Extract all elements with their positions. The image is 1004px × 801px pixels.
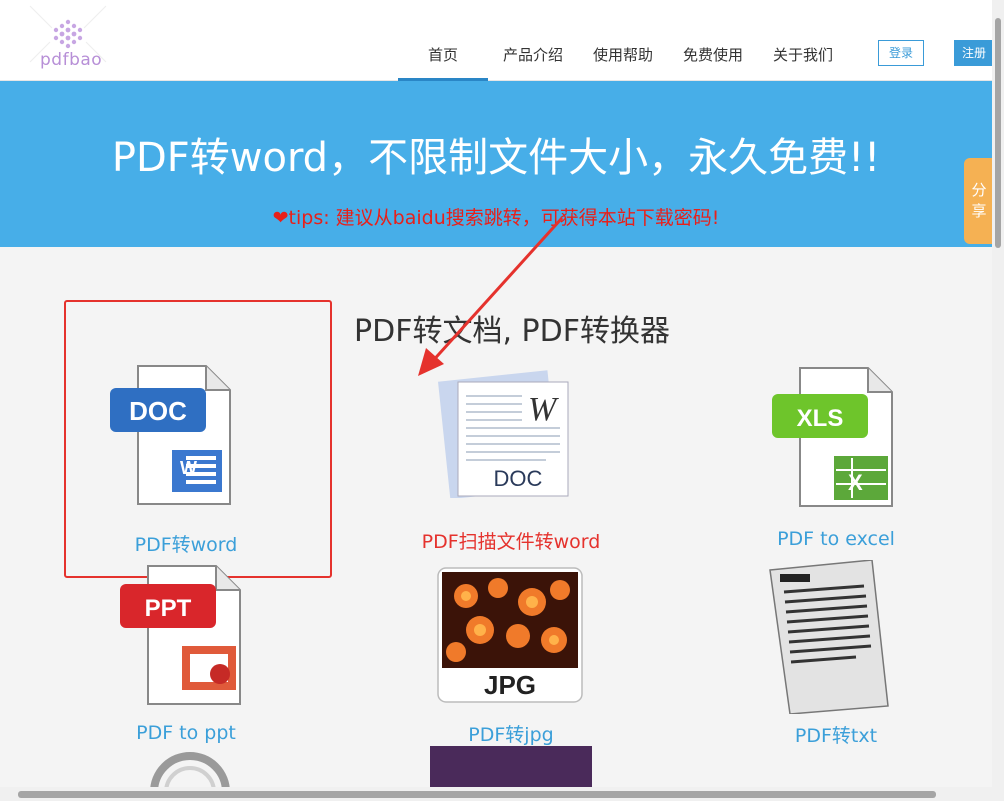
nav-help[interactable]: 使用帮助 [578,44,668,78]
horizontal-scroll-thumb[interactable] [18,791,936,798]
tile-label-pdf-to-jpg[interactable]: PDF转jpg [391,720,631,747]
tile-label-pdf-to-ppt[interactable]: PDF to ppt [66,722,306,744]
nav-free-use[interactable]: 免费使用 [668,44,758,78]
svg-text:W: W [180,458,197,478]
share-label-2: 享 [971,202,987,220]
tile-label-pdf-to-word[interactable]: PDF转word [66,530,306,557]
heart-icon: ❤ [272,207,289,229]
main-nav: 首页 产品介绍 使用帮助 免费使用 关于我们 [398,44,848,81]
ring-icon [150,752,230,792]
tile-label-pdf-scan-to-word[interactable]: PDF扫描文件转word [391,527,631,554]
logo-text: pdfbao [40,50,103,70]
tile-label-pdf-to-excel[interactable]: PDF to excel [716,528,956,550]
annotation-arrow-icon [418,216,564,376]
share-label-1: 分 [971,181,987,199]
ppt-badge-text: PPT [145,595,192,622]
pdf-thumbnail-icon [430,746,592,788]
hero-title: PDF转word，不限制文件大小，永久免费!! [111,135,881,181]
xls-icon: XLS X [772,367,893,507]
site-logo[interactable]: pdfbao [22,2,114,78]
xls-badge-text: XLS [797,405,844,432]
scan-doc-badge-text: DOC [494,466,543,491]
jpg-icon: JPG [437,567,583,703]
tile-pdf-to-word[interactable]: DOC W [106,362,242,516]
tile-pdf-to-jpg[interactable]: JPG [436,566,584,710]
tile-label-pdf-to-txt[interactable]: PDF转txt [716,721,956,748]
tile-pdf-scan-to-word[interactable]: W DOC [436,366,576,502]
jpg-badge-text: JPG [484,670,536,700]
ppt-icon: PPT [120,565,241,705]
doc-badge-text: DOC [129,396,187,426]
scan-doc-icon: W DOC [438,370,569,500]
doc-icon: DOC W [110,365,231,505]
tile-pdf-to-ppt[interactable]: PPT [116,562,252,716]
share-button[interactable]: 分 享 [964,158,994,244]
register-button[interactable]: 注册 [954,40,994,66]
login-button[interactable]: 登录 [878,40,924,66]
horizontal-scrollbar[interactable] [0,787,992,801]
nav-home[interactable]: 首页 [398,44,488,81]
tile-pdf-to-txt[interactable] [768,559,904,718]
vertical-scrollbar[interactable] [992,0,1004,801]
vertical-scroll-thumb[interactable] [995,18,1001,248]
nav-products[interactable]: 产品介绍 [488,44,578,78]
nav-about[interactable]: 关于我们 [758,44,848,78]
tile-pdf-to-excel[interactable]: XLS X [768,364,904,518]
site-header: pdfbao 首页 产品介绍 使用帮助 免费使用 关于我们 登录 注册 [0,0,994,81]
txt-icon [769,559,889,715]
svg-text:X: X [848,470,863,495]
svg-text:W: W [528,391,559,428]
